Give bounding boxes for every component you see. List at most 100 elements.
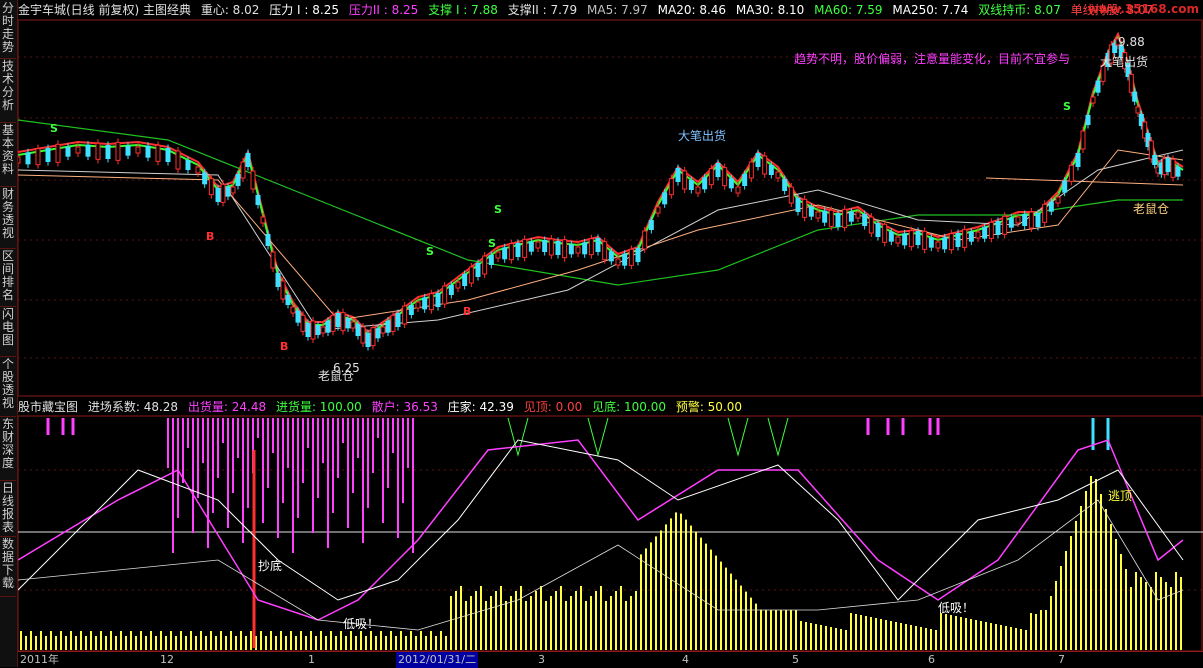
candle-body [988,221,994,239]
side-tab-financial[interactable]: 财务透视 [0,186,16,249]
side-tab-flash[interactable]: 闪电图 [0,306,16,357]
buy-signal-icon: B [206,230,214,243]
side-tab-download[interactable]: 数据下载 [0,536,16,597]
side-tab-bar: 分时走势 技术分析 基本资料 财务透视 区间排名 闪电图 个股透视 东财深度 日… [0,0,18,667]
candle-body [255,195,261,205]
candle-body [468,266,474,284]
buy-signal-icon: B [280,340,288,353]
candle-body [380,326,386,334]
indicator-label-top: 逃顶 [1108,489,1132,503]
candle-body [290,306,296,314]
candle-body [125,145,131,156]
candle-body [928,237,934,248]
indicator-value: 预警: 50.00 [675,400,743,414]
candle-body [365,333,371,347]
chart-area[interactable]: 大笔出货 大笔出货 老鼠仓 老鼠仓 9.88 6.25 B B B S S S S S 抄底 低吸！ 低吸！ 逃顶… [18,0,1203,668]
candle-body [240,161,246,179]
candle-body [422,297,428,310]
candle-body [165,148,171,162]
candle-body [742,174,748,186]
candle-body [202,172,208,185]
side-tab-label: 数据下载 [1,537,14,590]
candle-body [220,183,226,203]
candle-body [45,148,51,162]
candle-body [1095,80,1101,93]
side-tab-profile[interactable]: 基本资料 [0,122,16,187]
kline-chart[interactable]: 大笔出货大笔出货老鼠仓老鼠仓9.886.25BBBSSSSS抄底低吸！低吸！逃顶 [18,0,1203,667]
indicator-label-bottom: 抄底 [258,558,282,573]
candle-body [768,165,774,175]
axis-tick: 7 [1058,653,1065,666]
side-tab-label: 区间排名 [1,249,14,302]
candle-body [568,244,574,255]
candle-body [935,241,941,249]
candle-body [370,327,376,347]
candle-body [955,233,961,247]
indicator-value: 进货量: 100.00 [275,400,362,414]
candle-body [65,146,71,157]
candle-body [535,241,541,249]
candle-body [270,251,276,269]
price-label-rat: 老鼠仓 [1133,202,1169,216]
sell-signal-icon: S [50,122,58,135]
price-label-sell: 大笔出货 [1100,54,1148,69]
buy-signal-icon: B [463,305,471,318]
indicator-value: 散户: 36.53 [371,400,438,414]
candle-body [1090,96,1096,104]
candle-body [782,179,788,191]
candle-body [588,238,594,256]
candle-body [522,238,528,258]
candle-body [1075,153,1081,167]
side-tab-label: 个股透视 [1,357,14,410]
candle-body [1170,158,1176,178]
candle-body [75,146,81,154]
date-axis: 2011年 12 1 2012/01/31/二 3 4 5 6 7 [18,651,1203,668]
candle-body [508,243,514,261]
green-spike [767,417,789,457]
candle-body [390,314,396,332]
candle-body [230,186,236,194]
header-indicator: MA20: 8.46 [657,3,727,17]
candle-body [642,230,648,250]
ma20-line [18,149,1184,321]
axis-cursor-date: 2012/01/31/二 [396,652,479,668]
candle-body [542,240,548,252]
side-tab-label: 财务透视 [1,187,14,240]
price-panel-border [18,19,1203,397]
side-tab-stock-view[interactable]: 个股透视 [0,356,16,417]
candle-body [462,274,468,286]
candle-body [828,209,834,227]
sell-signal-icon: S [426,245,434,258]
candle-body [1062,180,1068,193]
candle-body [145,145,151,158]
candle-body [595,238,601,252]
candle-body [300,314,306,332]
candle-body [95,142,101,160]
header-indicator: 双线持币: 8.07 [978,3,1061,17]
side-tab-label: 基本资料 [1,123,14,176]
candle-body [1048,201,1054,212]
side-tab-depth[interactable]: 东财深度 [0,416,16,481]
candle-body [1022,214,1028,226]
candle-body [1152,155,1158,165]
candle-body [315,325,321,335]
side-tab-intraday[interactable]: 分时走势 [0,0,16,59]
candle-body [908,230,914,248]
indicator-value: 见顶: 0.00 [523,400,583,414]
candle-body [395,313,401,327]
side-tab-daily-report[interactable]: 日线报表 [0,480,16,537]
candle-body [668,178,674,196]
header-indicator: MA30: 8.10 [735,3,805,17]
candle-body [848,211,854,222]
candle-body [85,144,91,157]
side-tab-ranking[interactable]: 区间排名 [0,248,16,307]
candle-body [942,237,948,250]
candle-body [225,186,231,197]
side-tab-technical[interactable]: 技术分析 [0,58,16,123]
candle-body [688,180,694,190]
candle-body [1035,213,1041,227]
green-spike [587,417,609,457]
indicator-value: 见底: 100.00 [592,400,666,414]
candle-body [728,178,734,189]
candle-body [340,312,346,332]
